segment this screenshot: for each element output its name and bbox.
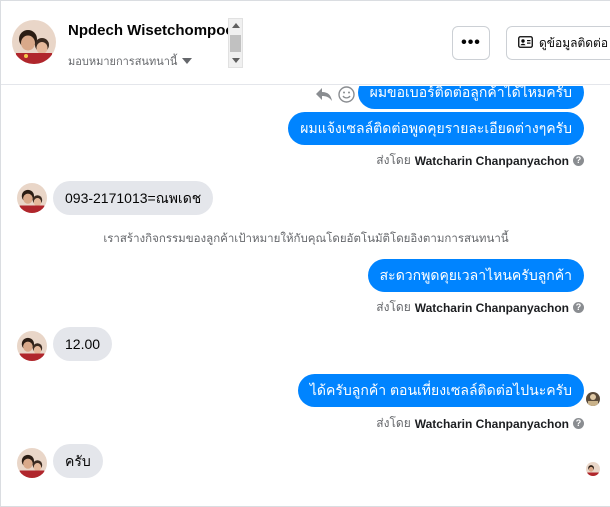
sender-name[interactable]: Watcharin Chanpanyachon — [415, 301, 569, 315]
more-icon: ••• — [461, 34, 481, 51]
message-list[interactable]: ผมขอเบอร์ติดต่อลูกค้าได้ไหมครับ ผมแจ้งเซ… — [1, 86, 610, 506]
question-icon[interactable]: ? — [573, 418, 584, 429]
contact-avatar-small — [17, 331, 47, 361]
incoming-message[interactable]: ครับ — [53, 444, 103, 478]
outgoing-message[interactable]: ผมขอเบอร์ติดต่อลูกค้าได้ไหมครับ — [357, 86, 584, 109]
sent-by-prefix: ส่งโดย — [376, 153, 411, 167]
caret-down-icon — [182, 58, 193, 64]
read-receipt-avatar — [586, 392, 600, 406]
sent-by-label: ส่งโดย Watcharin Chanpanyachon ? — [376, 151, 584, 170]
emoji-icon[interactable] — [338, 86, 355, 108]
sender-name[interactable]: Watcharin Chanpanyachon — [415, 154, 569, 168]
question-icon[interactable]: ? — [573, 302, 584, 313]
conversation-header: Npdech Wisetchompooh มอบหมายการสนทนานี้ … — [1, 1, 610, 85]
read-receipt-avatar — [586, 462, 600, 476]
conversation-panel: Npdech Wisetchompooh มอบหมายการสนทนานี้ … — [0, 0, 610, 507]
contact-avatar[interactable] — [12, 20, 56, 64]
outgoing-message[interactable]: ผมแจ้งเซลล์ติดต่อพูดคุยรายละเอียดต่างๆคร… — [288, 112, 584, 145]
sent-by-prefix: ส่งโดย — [376, 300, 411, 314]
sent-by-label: ส่งโดย Watcharin Chanpanyachon ? — [376, 414, 584, 433]
scroll-down-arrow-icon[interactable] — [232, 58, 240, 63]
contact-avatar-small — [17, 183, 47, 213]
incoming-message[interactable]: 093-2171013=ณพเดช — [53, 181, 214, 215]
scroll-thumb[interactable] — [230, 35, 241, 52]
incoming-message[interactable]: 12.00 — [53, 327, 113, 361]
view-contact-label: ดูข้อมูลติดต่อ — [539, 35, 609, 50]
view-contact-button[interactable]: ดูข้อมูลติดต่อ — [506, 26, 610, 60]
name-scrollbar[interactable] — [228, 18, 243, 68]
assign-label: มอบหมายการสนทนานี้ — [68, 56, 178, 68]
more-options-button[interactable]: ••• — [452, 26, 490, 60]
system-notice: เราสร้างกิจกรรมของลูกค้าเป้าหมายให้กับคุ… — [103, 233, 509, 245]
scroll-up-arrow-icon[interactable] — [232, 23, 240, 28]
contact-card-icon — [518, 35, 533, 51]
sent-by-prefix: ส่งโดย — [376, 416, 411, 430]
contact-name[interactable]: Npdech Wisetchompooh — [68, 22, 244, 39]
sender-name[interactable]: Watcharin Chanpanyachon — [415, 417, 569, 431]
outgoing-message[interactable]: ได้ครับลูกค้า ตอนเที่ยงเซลล์ติดต่อไปนะคร… — [297, 374, 584, 407]
outgoing-message[interactable]: สะดวกพูดคุยเวลาไหนครับลูกค้า — [367, 259, 584, 292]
sent-by-label: ส่งโดย Watcharin Chanpanyachon ? — [376, 298, 584, 317]
reply-icon[interactable] — [315, 86, 333, 107]
contact-avatar-small — [17, 448, 47, 478]
question-icon[interactable]: ? — [573, 155, 584, 166]
assign-conversation-dropdown[interactable]: มอบหมายการสนทนานี้ — [68, 52, 193, 70]
